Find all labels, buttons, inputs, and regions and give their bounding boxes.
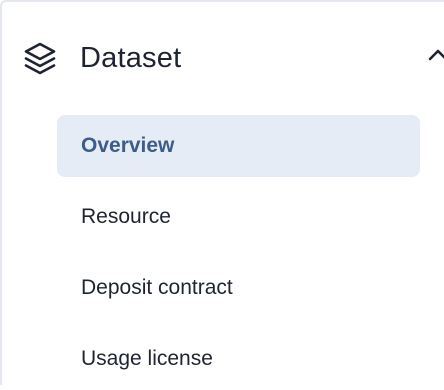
- nav-item-resource[interactable]: Resource: [57, 186, 420, 248]
- dataset-section-header[interactable]: Dataset: [2, 32, 444, 84]
- sidebar-panel: Dataset Overview Resource Deposit contra…: [0, 0, 444, 385]
- chevron-up-icon[interactable]: [426, 46, 444, 64]
- nav-item-deposit-contract[interactable]: Deposit contract: [57, 257, 420, 319]
- layers-icon: [24, 42, 56, 75]
- dataset-section-title: Dataset: [80, 42, 182, 74]
- nav-item-usage-license[interactable]: Usage license: [57, 328, 420, 390]
- nav-item-overview[interactable]: Overview: [57, 115, 420, 177]
